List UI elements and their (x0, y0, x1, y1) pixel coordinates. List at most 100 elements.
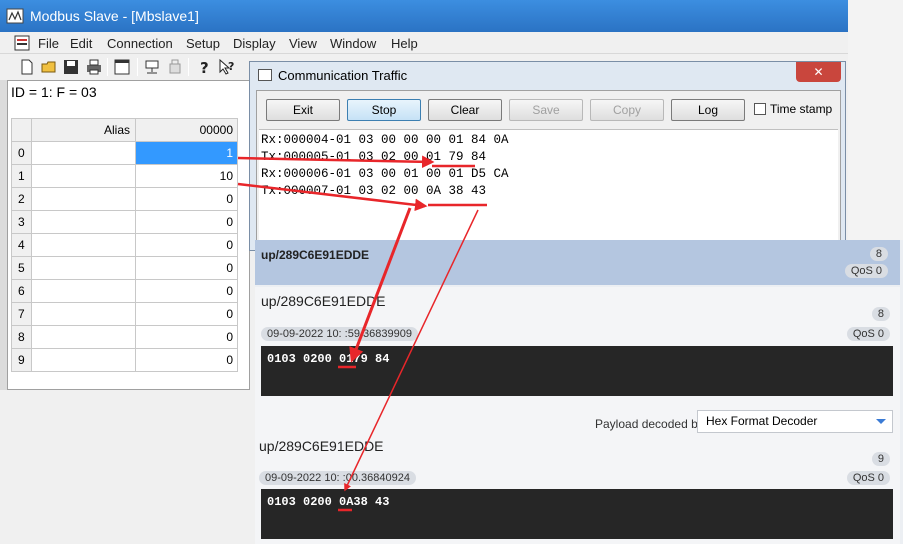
context-help-icon[interactable]: ? (218, 58, 236, 76)
modbus-app-icon (6, 8, 24, 24)
table-row: 9 0 (11, 348, 238, 372)
row-header: 2 (11, 187, 32, 211)
menu-file[interactable]: File (38, 36, 59, 51)
message-topic: up/289C6E91EDDE (261, 293, 386, 309)
topic-list-item[interactable]: up/289C6E91EDDE 8 QoS 0 (255, 240, 900, 285)
save-button[interactable]: Save (509, 99, 583, 121)
menu-bar: File Edit Connection Setup Display View … (0, 32, 848, 54)
traffic-log[interactable]: Rx:000004-01 03 00 00 00 01 84 0A Tx:000… (259, 129, 838, 245)
toolbar-separator (107, 58, 108, 76)
value-cell[interactable]: 0 (135, 302, 238, 326)
traffic-window-icon (258, 69, 272, 81)
menu-display[interactable]: Display (233, 36, 276, 51)
alias-cell[interactable] (31, 325, 136, 349)
message-card: up/289C6E91EDDE 9 09-09-2022 10: :00.368… (255, 436, 900, 544)
value-cell[interactable]: 1 (135, 141, 238, 165)
column-header-alias[interactable]: Alias (31, 118, 136, 142)
alias-cell[interactable] (31, 256, 136, 280)
disconnect-icon[interactable] (166, 58, 184, 76)
value-cell[interactable]: 0 (135, 210, 238, 234)
decoder-select[interactable]: Hex Format Decoder (697, 410, 893, 433)
checkbox-icon[interactable] (754, 103, 766, 115)
alias-cell[interactable] (31, 302, 136, 326)
decoder-label: Payload decoded by (595, 417, 704, 431)
table-row: 6 0 (11, 279, 238, 303)
menu-view[interactable]: View (289, 36, 317, 51)
row-header: 7 (11, 302, 32, 326)
register-view: ID = 1: F = 03 Alias 00000 0 1 1 10 2 0 (7, 80, 250, 390)
window-icon[interactable] (113, 58, 131, 76)
row-header: 3 (11, 210, 32, 234)
decoder-value: Hex Format Decoder (706, 414, 818, 428)
toolbar-separator (188, 58, 189, 76)
menu-setup[interactable]: Setup (186, 36, 220, 51)
table-row: 3 0 (11, 210, 238, 234)
alias-cell[interactable] (31, 348, 136, 372)
value-cell[interactable]: 0 (135, 256, 238, 280)
alias-cell[interactable] (31, 141, 136, 165)
window-title: Modbus Slave - [Mbslave1] (30, 8, 199, 24)
table-row: 4 0 (11, 233, 238, 257)
menu-help[interactable]: Help (391, 36, 418, 51)
alias-cell[interactable] (31, 164, 136, 188)
table-row: 7 0 (11, 302, 238, 326)
qos-badge: QoS 0 (844, 264, 888, 278)
value-cell[interactable]: 0 (135, 279, 238, 303)
traffic-body: Exit Stop Clear Save Copy Log Time stamp… (256, 90, 841, 248)
table-row: 0 1 (11, 141, 238, 165)
menu-connection[interactable]: Connection (107, 36, 173, 51)
stop-button[interactable]: Stop (347, 99, 421, 121)
help-icon[interactable]: ? (195, 58, 213, 76)
value-cell[interactable]: 0 (135, 325, 238, 349)
row-header: 5 (11, 256, 32, 280)
copy-button[interactable]: Copy (590, 99, 664, 121)
document-icon[interactable] (14, 35, 30, 51)
alias-cell[interactable] (31, 187, 136, 211)
save-icon[interactable] (62, 58, 80, 76)
log-line: Tx:000007-01 03 02 00 0A 38 43 (261, 184, 487, 198)
mqtt-messages-pane: up/289C6E91EDDE 8 QoS 0 up/289C6E91EDDE … (255, 240, 903, 544)
print-icon[interactable] (85, 58, 103, 76)
svg-text:?: ? (200, 59, 209, 76)
alias-cell[interactable] (31, 279, 136, 303)
row-header: 0 (11, 141, 32, 165)
message-payload[interactable]: 0103 0200 0A38 43 (261, 489, 893, 539)
log-line: Rx:000006-01 03 00 01 00 01 D5 CA (261, 167, 509, 181)
qos-badge: QoS 0 (846, 327, 890, 341)
exit-button[interactable]: Exit (266, 99, 340, 121)
alias-cell[interactable] (31, 210, 136, 234)
value-cell[interactable]: 10 (135, 164, 238, 188)
message-count-badge: 8 (869, 247, 888, 261)
menu-edit[interactable]: Edit (70, 36, 92, 51)
table-row: 8 0 (11, 325, 238, 349)
table-row: 2 0 (11, 187, 238, 211)
value-cell[interactable]: 0 (135, 187, 238, 211)
svg-text:?: ? (228, 60, 234, 73)
clear-button[interactable]: Clear (428, 99, 502, 121)
alias-cell[interactable] (31, 233, 136, 257)
row-header: 6 (11, 279, 32, 303)
log-line: Rx:000004-01 03 00 00 00 01 84 0A (261, 133, 509, 147)
message-topic: up/289C6E91EDDE (259, 438, 384, 454)
value-cell[interactable]: 0 (135, 348, 238, 372)
column-header-address[interactable]: 00000 (135, 118, 238, 142)
row-header: 9 (11, 348, 32, 372)
message-payload[interactable]: 0103 0200 0179 84 (261, 346, 893, 396)
close-icon[interactable]: ✕ (796, 62, 841, 82)
slave-id-line: ID = 1: F = 03 (11, 84, 97, 100)
new-file-icon[interactable] (18, 58, 36, 76)
log-button[interactable]: Log (671, 99, 745, 121)
menu-window[interactable]: Window (330, 36, 376, 51)
message-count-badge: 8 (871, 307, 890, 321)
qos-badge: QoS 0 (846, 471, 890, 485)
mdi-background (0, 80, 7, 390)
value-cell[interactable]: 0 (135, 233, 238, 257)
connect-icon[interactable] (143, 58, 161, 76)
communication-traffic-window: Communication Traffic ✕ Exit Stop Clear … (249, 61, 846, 251)
message-timestamp: 09-09-2022 10: :59.36839909 (261, 327, 418, 341)
message-count-badge: 9 (871, 452, 890, 466)
chevron-down-icon (876, 419, 886, 424)
open-folder-icon[interactable] (40, 58, 58, 76)
table-row: 5 0 (11, 256, 238, 280)
timestamp-checkbox[interactable]: Time stamp (754, 102, 832, 116)
